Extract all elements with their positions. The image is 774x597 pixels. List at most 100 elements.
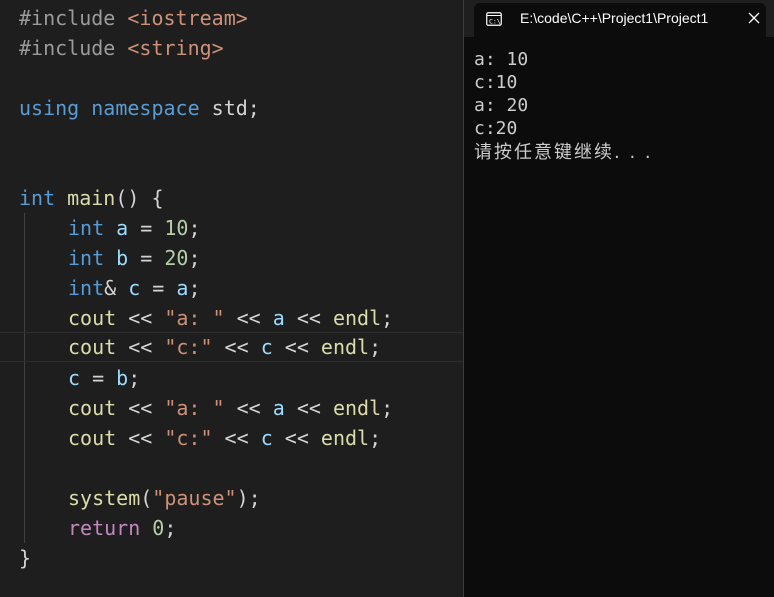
code-text: return 0; [68,513,176,543]
code-token: "c:" [164,426,213,450]
console-tab[interactable]: C:\ E:\code\C++\Project1\Project1 [474,3,766,37]
code-token: c [68,366,81,390]
code-token: ; [188,276,201,300]
code-token: << [116,426,165,450]
code-line-11[interactable]: cout << "a: " << a << endl; [0,303,463,333]
code-token: <iostream> [127,6,248,30]
code-text: int b = 20; [68,243,200,273]
code-token: ; [381,396,394,420]
code-token: } [19,546,32,570]
code-text: c = b; [68,363,140,393]
code-token: ( [140,486,153,510]
code-token: b [116,246,129,270]
code-text: } [19,543,31,573]
code-token: a [272,396,285,420]
code-token: ; [164,516,177,540]
code-token: endl [332,396,382,420]
code-line-9[interactable]: int b = 20; [0,243,463,273]
code-token: 10 [164,216,189,240]
console-output-line: a: 10 [474,49,529,70]
code-token: = [128,216,165,240]
code-line-3[interactable] [0,63,463,93]
code-line-18[interactable]: return 0; [0,513,463,543]
code-line-16[interactable] [0,453,463,483]
code-text: int& c = a; [68,273,200,303]
code-token: #include [19,6,128,30]
code-token: system [68,486,141,510]
code-text: int a = 10; [68,213,200,243]
code-token: ; [188,246,201,270]
code-line-7[interactable]: int main() { [0,183,463,213]
code-token: endl [320,426,370,450]
code-token: << [284,306,333,330]
code-token: << [116,335,165,359]
code-text: int main() { [19,183,164,213]
code-token: c [128,276,141,300]
code-token: & [104,276,129,300]
code-token: << [272,335,321,359]
code-token: << [224,306,273,330]
code-line-1[interactable]: #include <iostream> [0,3,463,33]
terminal-icon: C:\ [486,12,502,26]
code-line-4[interactable]: using namespace std; [0,93,463,123]
code-token: b [116,366,129,390]
code-token: endl [320,335,370,359]
code-line-12-current[interactable]: cout << "c:" << c << endl; [0,332,463,362]
code-token: cout [68,335,117,359]
code-token: int [19,186,56,210]
console-tab-title: E:\code\C++\Project1\Project1 [520,10,709,26]
console-output-line: c:10 [474,72,518,93]
code-token: c [260,335,273,359]
code-text: cout << "c:" << c << endl; [68,423,381,453]
code-line-8[interactable]: int a = 10; [0,213,463,243]
code-token: << [212,335,261,359]
code-editor[interactable]: #include <iostream> #include <string> us… [0,0,463,597]
code-line-15[interactable]: cout << "c:" << c << endl; [0,423,463,453]
code-token: a [272,306,285,330]
code-line-6[interactable] [0,153,463,183]
console-window[interactable]: C:\ E:\code\C++\Project1\Project1 a: 10 … [464,0,774,597]
code-token: std; [199,96,260,120]
code-line-5[interactable] [0,123,463,153]
svg-text:C:\: C:\ [489,18,501,26]
code-text: cout << "c:" << c << endl; [68,333,381,361]
code-token: int [68,216,105,240]
code-token: ; [369,426,382,450]
code-token: cout [68,306,117,330]
code-token: << [116,306,165,330]
code-token: << [116,396,165,420]
code-token: ; [188,216,201,240]
code-token: namespace [91,96,200,120]
code-token: return [68,516,141,540]
code-line-10[interactable]: int& c = a; [0,273,463,303]
code-token: main [67,186,116,210]
code-line-13[interactable]: c = b; [0,363,463,393]
close-icon[interactable] [748,12,760,24]
code-text: #include <iostream> [19,3,248,33]
code-token: 0 [152,516,165,540]
code-token: << [212,426,261,450]
code-token: using [19,96,80,120]
screen: #include <iostream> #include <string> us… [0,0,774,597]
code-token: "a: " [164,306,225,330]
code-token: << [224,396,273,420]
code-text: #include <string> [19,33,224,63]
code-token: int [68,246,105,270]
console-titlebar[interactable]: C:\ E:\code\C++\Project1\Project1 [464,0,774,37]
code-line-14[interactable]: cout << "a: " << a << endl; [0,393,463,423]
console-output-line: c:20 [474,118,518,139]
code-token: 20 [164,246,189,270]
code-token: "c:" [164,335,213,359]
code-token: a [116,216,129,240]
code-line-2[interactable]: #include <string> [0,33,463,63]
code-token: ; [369,335,382,359]
code-line-19[interactable]: } [0,543,463,573]
code-line-17[interactable]: system("pause"); [0,483,463,513]
code-text: cout << "a: " << a << endl; [68,303,393,333]
code-token: endl [332,306,382,330]
console-output-line: 请按任意键继续. . . [474,142,653,163]
code-token: ); [236,486,261,510]
